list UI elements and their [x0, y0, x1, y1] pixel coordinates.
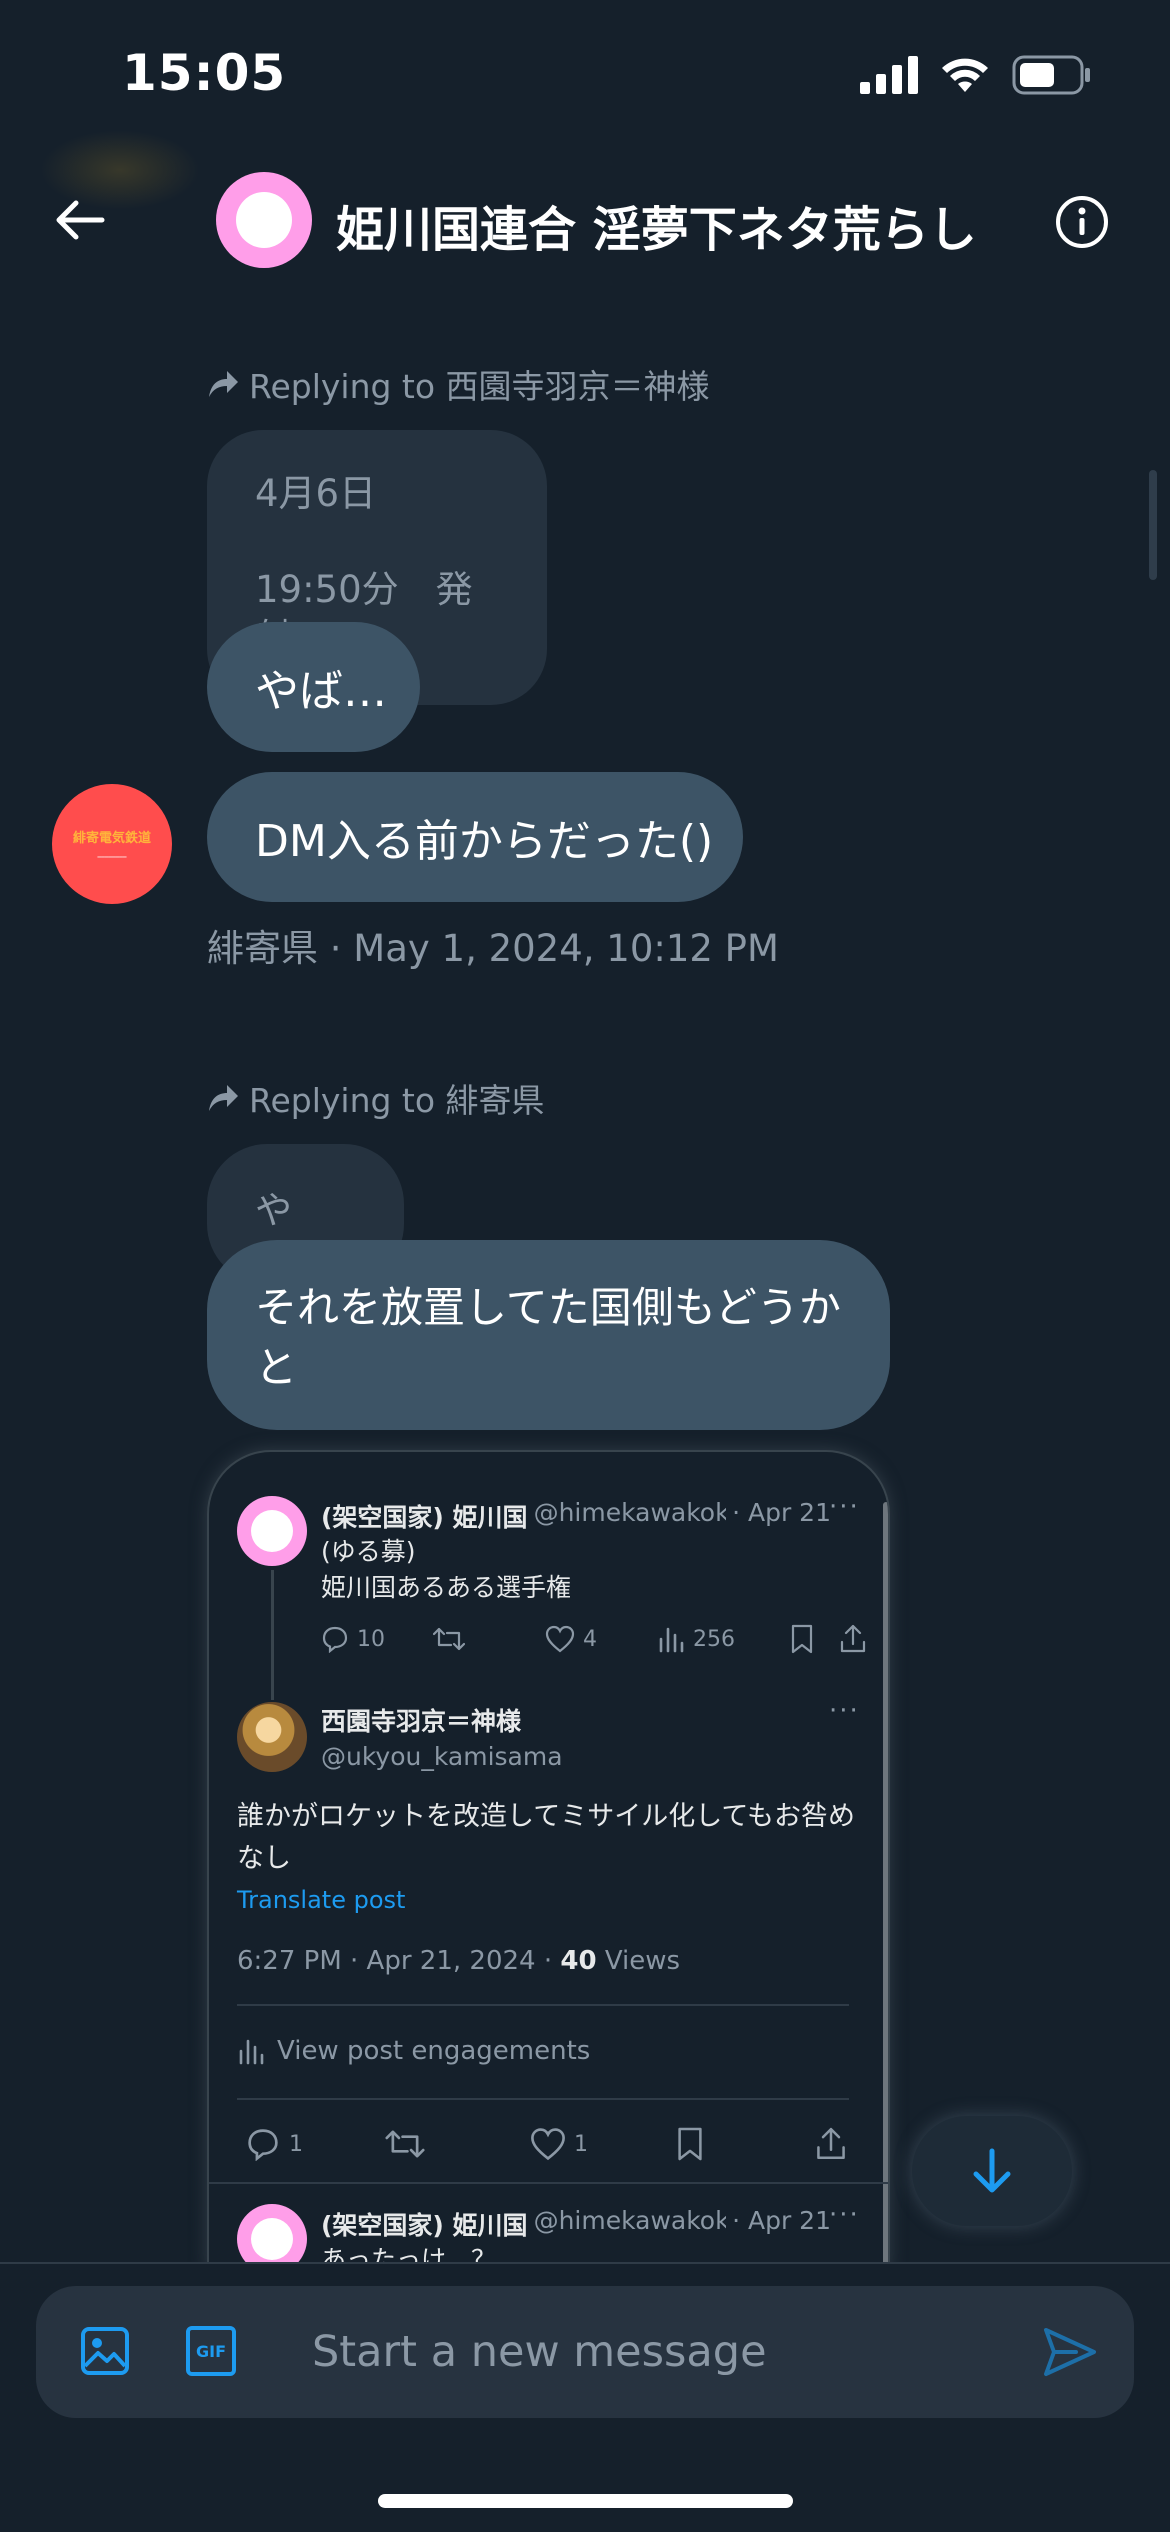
reply-label: Replying to 西園寺羽京＝神様	[207, 360, 710, 408]
more-icon[interactable]: ···	[829, 2200, 860, 2230]
message-bubble[interactable]: DM入る前からだった()	[207, 772, 743, 902]
share-icon[interactable]	[815, 2126, 847, 2162]
reply-icon	[248, 2129, 278, 2161]
message-bubble[interactable]: やば…	[207, 622, 420, 752]
views-action[interactable]: 256	[657, 1625, 785, 1653]
wifi-icon	[942, 58, 988, 92]
post-author-handle[interactable]: @ukyou_kamisama	[321, 1742, 563, 1771]
translate-link[interactable]: Translate post	[237, 1886, 405, 1914]
home-indicator	[378, 2494, 793, 2508]
battery-icon	[1012, 55, 1090, 95]
retweet-action[interactable]	[385, 2127, 530, 2161]
post-author-handle[interactable]: @himekawakoku	[534, 1498, 727, 1534]
post-author-name[interactable]: (架空国家) 姫川国	[321, 2206, 528, 2242]
reply-action[interactable]: 10	[321, 1625, 433, 1653]
post-author-avatar[interactable]	[237, 1496, 307, 1566]
post-author-avatar[interactable]	[237, 2204, 307, 2270]
message-meta: 緋寄県 · May 1, 2024, 10:12 PM	[207, 927, 779, 970]
retweet-icon	[385, 2130, 425, 2158]
like-action[interactable]: 1	[530, 2127, 675, 2161]
bookmark-icon[interactable]	[675, 2126, 705, 2162]
card-scrollbar[interactable]	[883, 1502, 888, 2270]
divider	[237, 2004, 849, 2006]
retweet-icon	[433, 1627, 465, 1651]
divider	[237, 2098, 849, 2100]
status-icons	[860, 55, 1092, 95]
reply-icon	[322, 1626, 348, 1653]
post-header: (架空国家) 姫川国 @himekawakoku · Apr 21	[321, 2206, 831, 2242]
heart-icon	[531, 2128, 565, 2161]
post-text: 誰かがロケットを改造してミサイル化してもお咎めなし	[237, 1801, 856, 1874]
status-time: 15:05	[122, 44, 287, 102]
more-icon[interactable]: ···	[829, 1696, 860, 1726]
quoted-line: 4月6日	[255, 472, 377, 515]
reply-action[interactable]: 1	[245, 2127, 385, 2161]
post-date: · Apr 21	[732, 1498, 831, 1527]
sender-avatar-decoration: ━━━━━━━━	[97, 854, 127, 861]
embedded-post-card[interactable]: (架空国家) 姫川国 @himekawakoku · Apr 21 ··· (ゆ…	[207, 1450, 890, 2270]
post-author-name[interactable]: (架空国家) 姫川国	[321, 1498, 528, 1534]
share-icon[interactable]	[839, 1624, 867, 1654]
analytics-icon	[239, 2039, 264, 2065]
views-icon	[659, 1627, 684, 1653]
post-actions: 10 4 256	[321, 1624, 871, 1654]
reply-arrow-icon	[209, 371, 238, 397]
sender-avatar[interactable]: 緋寄電気鉄道 ━━━━━━━━	[52, 784, 172, 904]
post-actions: 1 1	[245, 2126, 855, 2162]
thread-line	[271, 1570, 274, 1700]
like-action[interactable]: 4	[545, 1625, 657, 1653]
post-timestamp: 6:27 PM · Apr 21, 2024 · 40 Views	[237, 1946, 681, 1976]
divider	[209, 2182, 888, 2184]
bookmark-icon[interactable]	[789, 1624, 815, 1654]
message-composer[interactable]: GIF	[36, 2286, 1134, 2418]
post-date: · Apr 21	[732, 2206, 831, 2235]
info-icon[interactable]	[1054, 194, 1110, 250]
retweet-action[interactable]	[433, 1625, 545, 1653]
more-icon[interactable]: ···	[829, 1492, 860, 1522]
heart-icon	[545, 1625, 575, 1653]
post-text: (ゆる募) 姫川国あるある選手権	[321, 1537, 572, 1602]
sender-avatar-label: 緋寄電気鉄道	[72, 831, 151, 846]
message-input[interactable]	[312, 2320, 1032, 2384]
send-icon[interactable]	[1042, 2324, 1098, 2380]
post-author-handle[interactable]: @himekawakoku	[534, 2206, 727, 2242]
scroll-to-bottom-button[interactable]	[912, 2116, 1072, 2226]
reply-label: Replying to 緋寄県	[207, 1074, 545, 1122]
post-header: 西園寺羽京＝神様 @ukyou_kamisama	[321, 1702, 563, 1771]
arrow-down-icon	[973, 2148, 1011, 2193]
reply-arrow-icon	[209, 1085, 238, 1111]
back-arrow-icon[interactable]	[50, 190, 110, 250]
signal-icon	[860, 56, 918, 94]
view-engagements-link[interactable]: View post engagements	[237, 2036, 590, 2066]
image-icon[interactable]	[80, 2326, 130, 2376]
post-author-avatar[interactable]	[237, 1702, 307, 1772]
message-bubble[interactable]: それを放置してた国側もどうかと	[207, 1240, 890, 1430]
conversation-title[interactable]: 姫川国連合 淫夢下ネタ荒らし	[336, 190, 977, 260]
gif-icon[interactable]: GIF	[186, 2326, 236, 2376]
scroll-indicator[interactable]	[1149, 470, 1157, 580]
post-author-name[interactable]: 西園寺羽京＝神様	[321, 1702, 563, 1738]
post-header: (架空国家) 姫川国 @himekawakoku · Apr 21	[321, 1498, 831, 1534]
conversation-avatar[interactable]	[216, 172, 312, 268]
